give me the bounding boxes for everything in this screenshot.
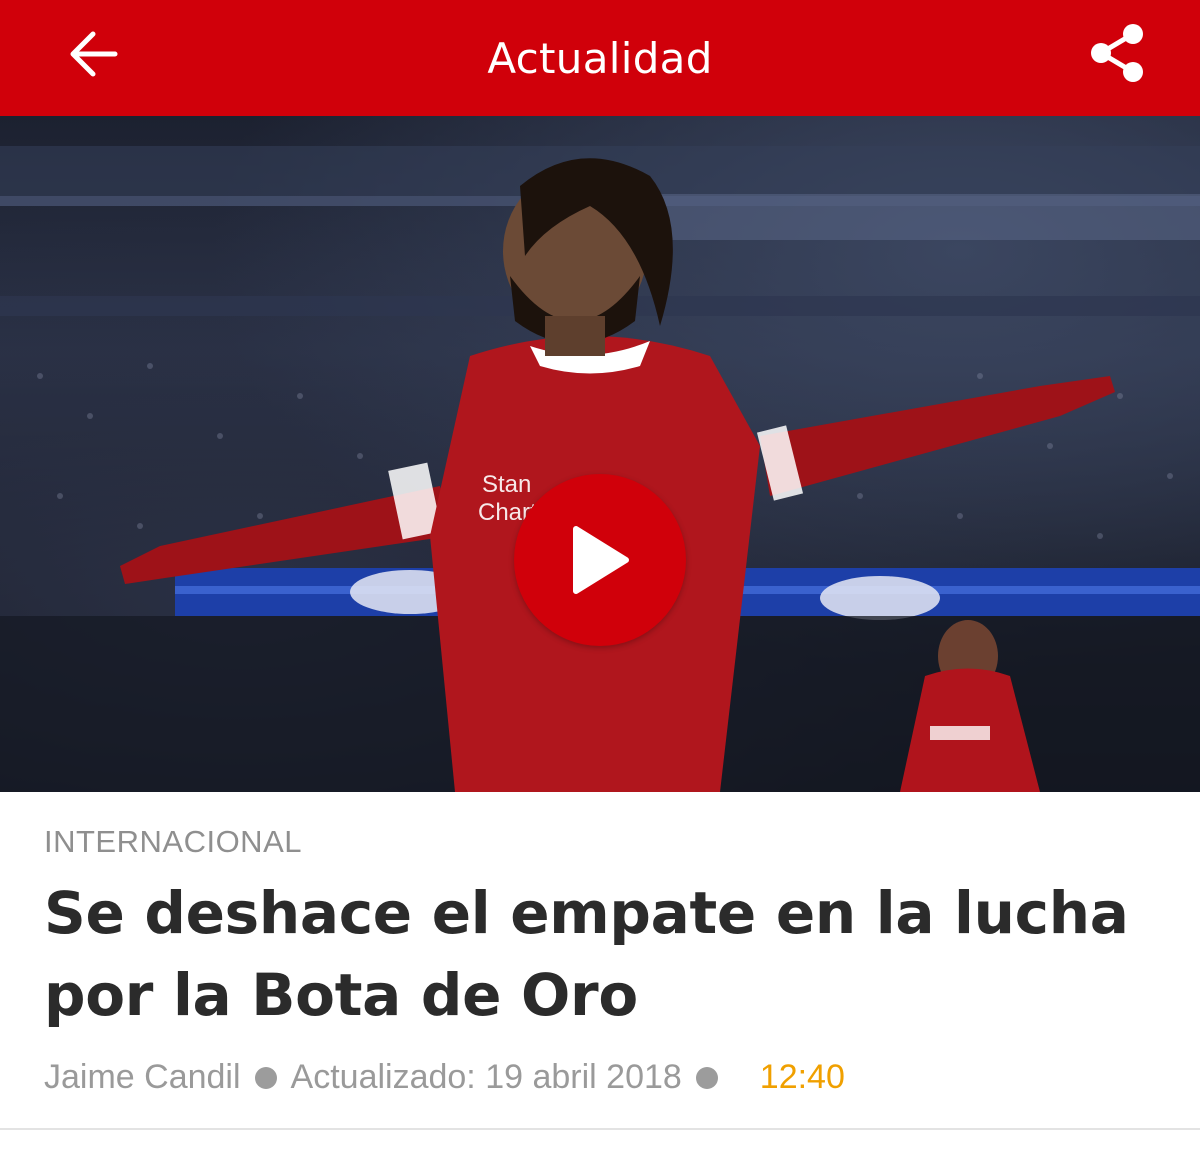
video-thumbnail[interactable]: Stan Charte [0,116,1200,792]
article-section[interactable]: INTERNACIONAL [44,824,302,860]
separator-dot [695,1066,718,1089]
svg-text:Stan: Stan [482,471,531,498]
play-button[interactable] [514,474,686,646]
back-button[interactable] [58,22,128,86]
share-button[interactable] [1082,18,1152,88]
arrow-left-icon [70,31,118,77]
play-icon [573,526,629,594]
app-header: Actualidad [0,0,1200,116]
updated-time: 12:40 [759,1058,845,1096]
divider [0,1128,1200,1130]
article-headline: Se deshace el empate en la lucha por la … [44,879,1129,1029]
updated-date: Actualizado: 19 abril 2018 [290,1058,682,1096]
player-celebration-image: Stan Charte [0,146,1200,792]
page-title: Actualidad [487,33,713,83]
author-name[interactable]: Jaime Candil [44,1058,241,1097]
separator-dot [254,1066,277,1089]
share-icon [1091,24,1143,82]
article-byline: Jaime Candil Actualizado: 19 abril 2018 … [44,1058,845,1097]
